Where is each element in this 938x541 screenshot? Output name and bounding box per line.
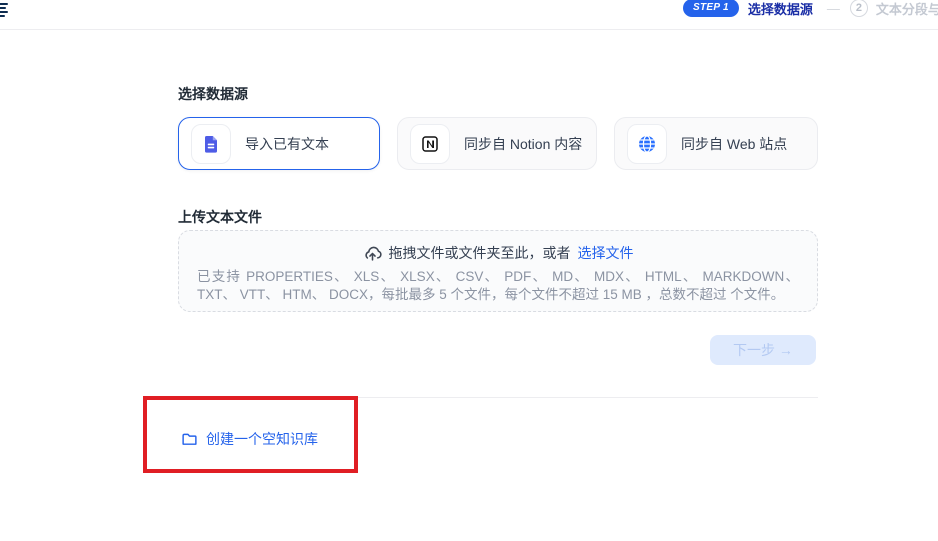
datasource-option-notion[interactable]: 同步自 Notion 内容 [397,117,597,170]
step1-label: 选择数据源 [748,0,813,18]
datasource-option-label: 同步自 Notion 内容 [464,134,582,154]
datasource-options: 导入已有文本 同步自 Notion 内容 同步自 Web 站点 [178,117,818,170]
file-text-icon [191,124,231,164]
browse-files-link[interactable]: 选择文件 [578,243,634,263]
create-empty-kb-link[interactable]: 创建一个空知识库 [181,429,318,449]
globe-icon [627,124,667,164]
datasource-option-label: 同步自 Web 站点 [681,134,787,154]
step2-label: 文本分段与清 [876,0,938,18]
datasource-option-label: 导入已有文本 [245,134,329,154]
upload-section-title: 上传文本文件 [178,207,262,227]
step-indicator: STEP 1 选择数据源 — 2 文本分段与清 [683,0,938,20]
next-step-button[interactable]: 下一步 → [710,335,816,365]
datasource-option-import-text[interactable]: 导入已有文本 [178,117,380,170]
file-dropzone[interactable]: 拖拽文件或文件夹至此，或者 选择文件 已支持 PROPERTIES、 XLS、 … [178,230,818,312]
datasource-section-title: 选择数据源 [178,84,248,104]
step1-badge: STEP 1 [683,0,739,17]
supported-file-types-hint: 已支持 PROPERTIES、 XLS、 XLSX、 CSV、 PDF、 MD、… [197,268,799,304]
datasource-option-web[interactable]: 同步自 Web 站点 [614,117,818,170]
step2-number-badge: 2 [850,0,868,17]
step-separator: — [827,1,840,16]
dropzone-instruction-row: 拖拽文件或文件夹至此，或者 选择文件 [197,243,799,263]
hamburger-icon[interactable] [0,3,9,19]
folder-icon [181,431,198,448]
create-empty-kb-label: 创建一个空知识库 [206,429,318,449]
notion-icon [410,124,450,164]
top-header: STEP 1 选择数据源 — 2 文本分段与清 [0,0,938,30]
dropzone-instruction: 拖拽文件或文件夹至此，或者 [389,243,571,263]
section-divider [178,397,818,398]
upload-cloud-icon [363,244,382,263]
